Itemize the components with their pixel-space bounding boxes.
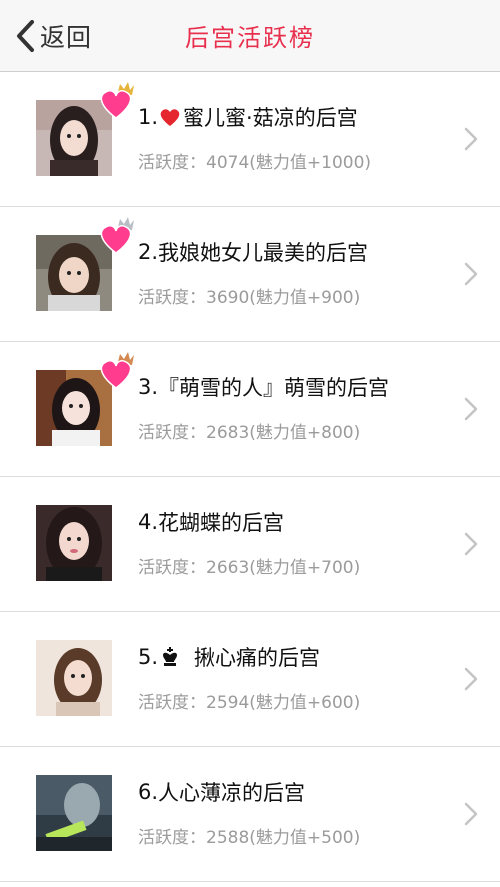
avatar — [36, 217, 134, 311]
ranking-list: 1. 蜜儿蜜·菇凉的后宫 活跃度：4074(魅力值+1000) 2. 我娘她女儿… — [0, 72, 500, 882]
crown-heart-badge — [100, 217, 134, 254]
activity-stats: 活跃度：2594(魅力值+600) — [138, 688, 360, 713]
chevron-right-icon — [464, 397, 478, 421]
harem-title: 蜜儿蜜·菇凉的后宫 — [183, 106, 358, 130]
harem-title: 『萌雪的人』萌雪的后宫 — [158, 376, 390, 400]
charm-bonus: (魅力值+700) — [249, 558, 361, 578]
activity-score: 4074 — [206, 153, 250, 173]
nav-bar: 返回 后宫活跃榜 — [0, 0, 500, 72]
activity-stats: 活跃度：2683(魅力值+800) — [138, 418, 360, 443]
activity-stats: 活跃度：3690(魅力值+900) — [138, 283, 360, 308]
list-item[interactable]: 1. 蜜儿蜜·菇凉的后宫 活跃度：4074(魅力值+1000) — [0, 72, 500, 207]
chevron-right-icon — [464, 667, 478, 691]
harem-name: 3. 『萌雪的人』萌雪的后宫 — [138, 372, 389, 402]
activity-label: 活跃度： — [138, 423, 206, 443]
harem-name: 5. 揪心痛的后宫 — [138, 642, 320, 672]
avatar — [36, 775, 112, 851]
activity-stats: 活跃度：4074(魅力值+1000) — [138, 148, 371, 173]
avatar — [36, 640, 112, 716]
activity-label: 活跃度： — [138, 693, 206, 713]
avatar — [36, 505, 112, 581]
list-item[interactable]: 5. 揪心痛的后宫 活跃度：2594(魅力值+600) — [0, 612, 500, 747]
list-item[interactable]: 6. 人心薄凉的后宫 活跃度：2588(魅力值+500) — [0, 747, 500, 882]
harem-name: 4. 花蝴蝶的后宫 — [138, 507, 284, 537]
harem-title: 我娘她女儿最美的后宫 — [158, 241, 369, 265]
rank-number: 4. — [138, 510, 159, 534]
list-item[interactable]: 4. 花蝴蝶的后宫 活跃度：2663(魅力值+700) — [0, 477, 500, 612]
red-heart-icon — [160, 109, 180, 126]
avatar — [36, 82, 134, 176]
chevron-right-icon — [464, 532, 478, 556]
crown-heart-badge — [100, 82, 134, 119]
harem-title: 揪心痛的后宫 — [194, 646, 321, 670]
rank-number: 3. — [138, 375, 159, 399]
activity-score: 3690 — [206, 288, 250, 308]
back-button[interactable]: 返回 — [14, 16, 92, 56]
harem-title: 人心薄凉的后宫 — [158, 781, 306, 805]
charm-bonus: (魅力值+500) — [249, 828, 361, 848]
harem-title: 花蝴蝶的后宫 — [158, 511, 285, 535]
activity-score: 2594 — [206, 693, 250, 713]
activity-label: 活跃度： — [138, 153, 206, 173]
activity-stats: 活跃度：2663(魅力值+700) — [138, 553, 360, 578]
chess-king-icon — [163, 647, 178, 666]
harem-name: 2. 我娘她女儿最美的后宫 — [138, 237, 368, 267]
rank-number: 6. — [138, 780, 159, 804]
activity-label: 活跃度： — [138, 558, 206, 578]
activity-stats: 活跃度：2588(魅力值+500) — [138, 823, 360, 848]
activity-label: 活跃度： — [138, 288, 206, 308]
activity-score: 2663 — [206, 558, 250, 578]
charm-bonus: (魅力值+600) — [249, 693, 361, 713]
crown-heart-badge — [100, 352, 134, 389]
rank-number: 1. — [138, 105, 159, 129]
chevron-right-icon — [464, 262, 478, 286]
activity-label: 活跃度： — [138, 828, 206, 848]
avatar — [36, 352, 134, 446]
charm-bonus: (魅力值+1000) — [249, 153, 372, 173]
charm-bonus: (魅力值+900) — [249, 288, 361, 308]
activity-score: 2588 — [206, 828, 250, 848]
chevron-left-icon — [17, 20, 34, 52]
harem-name: 1. 蜜儿蜜·菇凉的后宫 — [138, 102, 358, 132]
list-item[interactable]: 3. 『萌雪的人』萌雪的后宫 活跃度：2683(魅力值+800) — [0, 342, 500, 477]
chevron-right-icon — [464, 802, 478, 826]
rank-number: 5. — [138, 645, 159, 669]
activity-score: 2683 — [206, 423, 250, 443]
list-item[interactable]: 2. 我娘她女儿最美的后宫 活跃度：3690(魅力值+900) — [0, 207, 500, 342]
back-label: 返回 — [40, 23, 93, 52]
rank-number: 2. — [138, 240, 159, 264]
charm-bonus: (魅力值+800) — [249, 423, 361, 443]
harem-name: 6. 人心薄凉的后宫 — [138, 777, 305, 807]
chevron-right-icon — [464, 127, 478, 151]
